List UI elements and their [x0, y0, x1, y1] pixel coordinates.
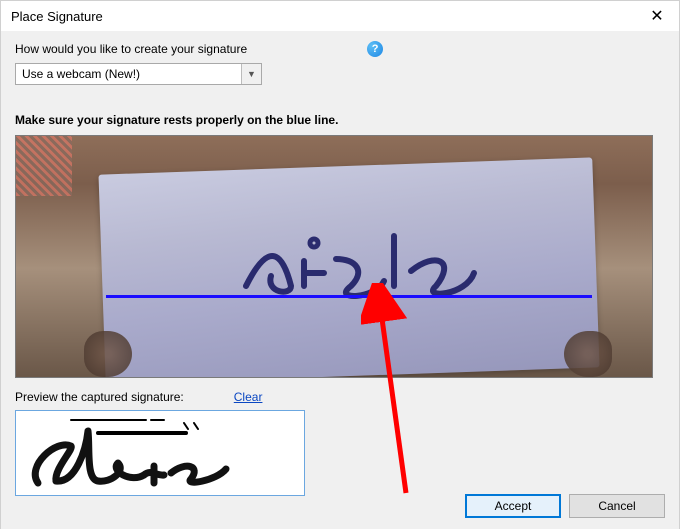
signature-preview — [15, 410, 305, 496]
clear-link[interactable]: Clear — [234, 390, 263, 404]
signature-method-value: Use a webcam (New!) — [16, 67, 241, 81]
title-bar: Place Signature ✕ — [1, 1, 679, 31]
accept-button[interactable]: Accept — [465, 494, 561, 518]
preview-label: Preview the captured signature: — [15, 390, 184, 404]
signature-method-select[interactable]: Use a webcam (New!) ▼ — [15, 63, 262, 85]
help-icon[interactable]: ? — [367, 41, 383, 57]
hand-right — [564, 331, 612, 377]
webcam-capture-view — [15, 135, 653, 378]
dialog-title: Place Signature — [11, 9, 103, 24]
captured-signature-mirrored — [236, 231, 496, 311]
close-icon[interactable]: ✕ — [643, 5, 671, 27]
background-object — [15, 136, 72, 196]
hand-left — [84, 331, 132, 377]
cancel-button[interactable]: Cancel — [569, 494, 665, 518]
chevron-down-icon: ▼ — [241, 64, 261, 84]
create-method-label: How would you like to create your signat… — [15, 42, 247, 56]
capture-instruction: Make sure your signature rests properly … — [15, 113, 665, 127]
alignment-line — [106, 295, 592, 298]
signature-preview-image — [16, 411, 305, 496]
dialog-buttons: Accept Cancel — [465, 494, 665, 518]
dialog-body: How would you like to create your signat… — [1, 31, 679, 529]
